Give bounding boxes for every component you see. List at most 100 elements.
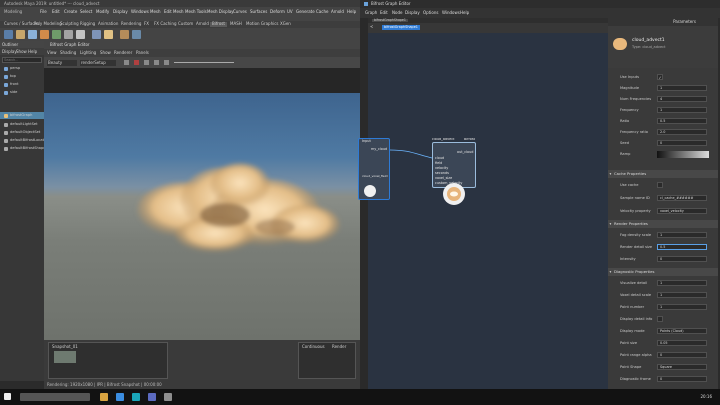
graph-tab[interactable]: bifrostGraphShape1 (372, 18, 408, 22)
vp-menu-view[interactable]: View (47, 51, 57, 55)
aov-select[interactable]: Beauty (47, 60, 77, 66)
mesh-icon[interactable] (120, 30, 129, 39)
crop-icon[interactable] (154, 60, 159, 65)
browser-icon[interactable] (116, 393, 124, 401)
param-field[interactable]: 1 (657, 292, 707, 298)
menu-curves[interactable]: Curves (233, 10, 247, 14)
section-header[interactable]: ▾ Render Properties (608, 220, 718, 228)
menu-surfaces[interactable]: Surfaces (250, 10, 267, 14)
vp-menu-shading[interactable]: Shading (60, 51, 76, 55)
menu-cache[interactable]: Cache (316, 10, 328, 14)
collapse-icon[interactable]: ▾ (610, 270, 612, 274)
breadcrumb-item[interactable]: bifrostGraphShape1 (382, 25, 420, 31)
param-field[interactable]: 0 (657, 352, 707, 358)
render-setup-select[interactable]: renderSetup (80, 60, 116, 66)
outliner-item[interactable]: top (0, 73, 44, 80)
param-checkbox[interactable] (657, 182, 663, 188)
outliner-item[interactable]: side (0, 89, 44, 96)
bf-menu-display[interactable]: Display (405, 11, 420, 15)
tab-rigging[interactable]: Rigging (78, 22, 97, 27)
param-field[interactable]: 0.05 (657, 340, 707, 346)
settings-icon[interactable] (4, 30, 13, 39)
menu-arnold[interactable]: Arnold (331, 10, 344, 14)
outliner-menu-show[interactable]: Show (16, 49, 27, 54)
vp-menu-lighting[interactable]: Lighting (80, 51, 96, 55)
menu-modify[interactable]: Modify (96, 10, 109, 14)
foam-icon[interactable] (92, 30, 101, 39)
param-field[interactable]: 0 (657, 140, 707, 146)
liquid-icon[interactable] (28, 30, 37, 39)
menu-help[interactable]: Help (347, 10, 356, 14)
tab-custom[interactable]: Custom (176, 22, 195, 27)
outliner-item[interactable]: defaultLightSet (0, 121, 44, 128)
panel-tab-render[interactable]: Render (332, 345, 346, 349)
play-icon[interactable] (124, 60, 129, 65)
cache-icon[interactable] (104, 30, 113, 39)
emitter-icon[interactable] (52, 30, 61, 39)
menu-mesh[interactable]: Mesh (150, 10, 161, 14)
tab-bifrost[interactable]: Bifrost (210, 22, 227, 27)
start-icon[interactable] (4, 393, 11, 400)
param-dropdown[interactable]: Square (657, 364, 707, 370)
kill-plane-icon[interactable] (132, 30, 141, 39)
outliner-item[interactable]: defaultObjectSet (0, 129, 44, 136)
panel-tab-continuous[interactable]: Continuous (302, 345, 325, 349)
bf-menu-graph[interactable]: Graph (365, 11, 377, 15)
gamma-slider[interactable] (204, 62, 234, 63)
outliner-item[interactable]: defaultBifrostShape (0, 145, 46, 152)
input-node-port[interactable]: my_cloud (371, 147, 387, 151)
menu-create[interactable]: Create (64, 10, 77, 14)
vp-menu-panels[interactable]: Panels (136, 51, 149, 55)
tab-fx[interactable]: FX (142, 22, 151, 27)
param-dropdown[interactable]: Points (Cloud) (657, 328, 707, 334)
input-node[interactable]: Input my_cloud cloud_voxel_field (358, 138, 390, 200)
port-seconds[interactable]: seconds (435, 171, 449, 175)
outliner-item[interactable]: front (0, 81, 44, 88)
menu-edit-mesh[interactable]: Edit Mesh (164, 10, 184, 14)
snapshot-thumbnail[interactable] (54, 351, 76, 363)
tab-mash[interactable]: MASH (228, 22, 244, 27)
param-field[interactable]: 0 (657, 376, 707, 382)
section-header[interactable]: ▾ Diagnostic Properties (608, 268, 718, 276)
exposure-slider[interactable] (174, 62, 204, 63)
port-cloud[interactable]: cloud (435, 156, 444, 160)
outliner-menu-help[interactable]: Help (28, 49, 37, 54)
param-field[interactable]: voxel_velocity (657, 208, 707, 214)
menu-edit[interactable]: Edit (52, 10, 60, 14)
param-field[interactable]: 1 (657, 304, 707, 310)
param-field[interactable]: 0.5 (657, 244, 707, 250)
param-field[interactable]: 4 (657, 96, 707, 102)
vp-menu-show[interactable]: Show (100, 51, 111, 55)
vp-menu-renderer[interactable]: Renderer (114, 51, 132, 55)
ramp-widget[interactable] (657, 151, 709, 158)
stop-icon[interactable] (134, 60, 139, 65)
app-icon[interactable] (148, 393, 156, 401)
bf-menu-help[interactable]: Help (460, 11, 469, 15)
bf-menu-node[interactable]: Node (392, 11, 402, 15)
bifrost-graph-icon[interactable] (16, 30, 25, 39)
param-checkbox[interactable]: ✓ (657, 74, 663, 80)
outliner-item[interactable]: defaultBifrostLocator (0, 137, 48, 144)
port-voxel-size[interactable]: voxel_size (435, 176, 452, 180)
param-field[interactable]: cl_cache_###### (657, 195, 707, 201)
collapse-icon[interactable]: ▾ (610, 172, 612, 176)
bf-menu-options[interactable]: Options (423, 11, 438, 15)
aero-icon[interactable] (40, 30, 49, 39)
tab-animation[interactable]: Animation (96, 22, 120, 27)
tab-xgen[interactable]: XGen (278, 22, 293, 27)
port-field[interactable]: field (435, 161, 442, 165)
menuset-selector[interactable]: Modeling (4, 10, 22, 14)
menu-deform[interactable]: Deform (270, 10, 285, 14)
tab-fx-caching[interactable]: FX Caching (152, 22, 178, 27)
menu-file[interactable]: File (40, 10, 47, 14)
cloud-icon[interactable] (76, 30, 85, 39)
tab-rendering[interactable]: Rendering (119, 22, 143, 27)
bf-menu-edit[interactable]: Edit (380, 11, 388, 15)
outliner-item[interactable]: persp (0, 65, 44, 72)
menu-uv[interactable]: UV (287, 10, 293, 14)
tab-arnold[interactable]: Arnold (194, 22, 211, 27)
outliner-item-selected[interactable]: bifrostGraph (0, 112, 44, 119)
bf-menu-windows[interactable]: Windows (442, 11, 460, 15)
back-arrow-icon[interactable]: < (370, 25, 373, 29)
menu-display[interactable]: Display (113, 10, 128, 14)
